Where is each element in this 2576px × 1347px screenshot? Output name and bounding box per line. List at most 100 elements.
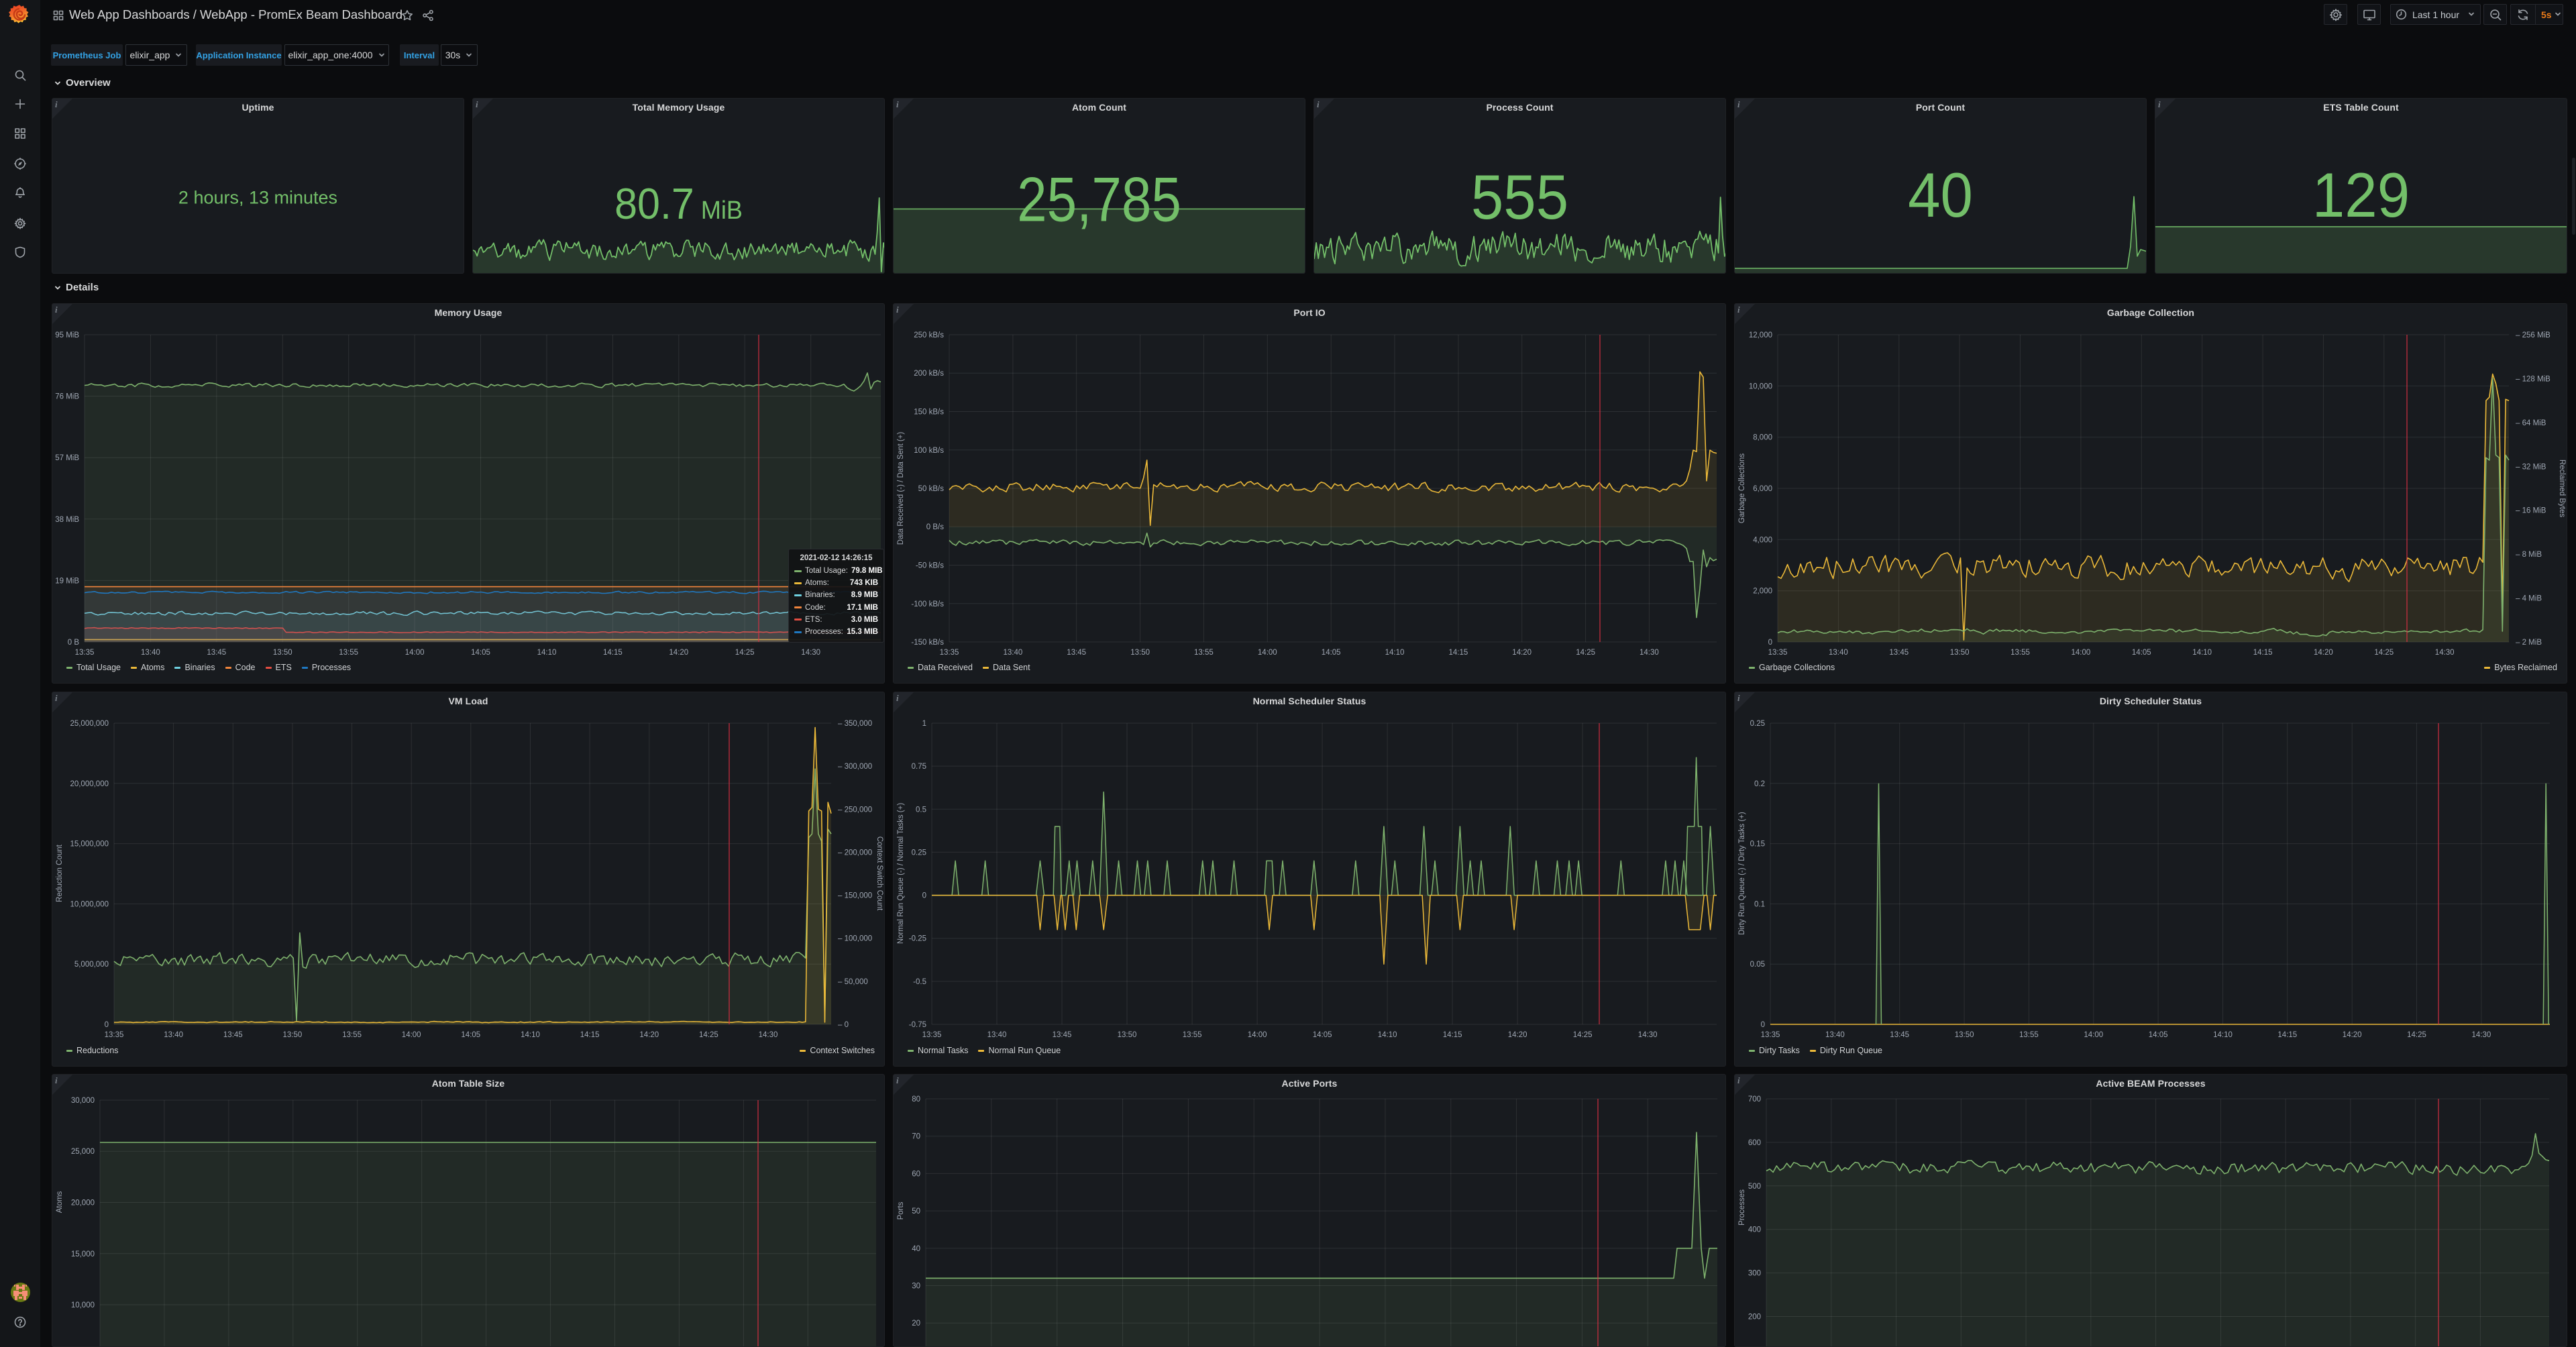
svg-text:13:35: 13:35 (105, 1031, 124, 1039)
svg-text:13:35: 13:35 (1761, 1031, 1780, 1039)
svg-text:14:20: 14:20 (1508, 1031, 1527, 1039)
svg-text:– 200,000: – 200,000 (838, 849, 872, 857)
svg-text:Ports: Ports (897, 1201, 905, 1220)
svg-text:57 MiB: 57 MiB (55, 454, 79, 462)
svg-text:14:30: 14:30 (801, 649, 820, 657)
svg-text:– 2 MiB: – 2 MiB (2516, 639, 2542, 647)
svg-text:0.15: 0.15 (1750, 841, 1765, 849)
svg-text:– 350,000: – 350,000 (838, 720, 872, 728)
svg-text:0.25: 0.25 (912, 849, 926, 857)
svg-text:– 150,000: – 150,000 (838, 892, 872, 900)
svg-text:70: 70 (912, 1133, 920, 1141)
svg-text:13:40: 13:40 (164, 1031, 183, 1039)
svg-text:-0.75: -0.75 (909, 1021, 926, 1029)
svg-text:14:10: 14:10 (521, 1031, 540, 1039)
svg-text:14:05: 14:05 (1322, 649, 1341, 657)
svg-text:0 B/s: 0 B/s (926, 523, 944, 531)
svg-text:60: 60 (912, 1170, 920, 1178)
svg-text:8,000: 8,000 (1753, 434, 1772, 442)
svg-text:13:35: 13:35 (922, 1031, 942, 1039)
svg-text:14:00: 14:00 (2084, 1031, 2103, 1039)
svg-text:13:40: 13:40 (141, 649, 160, 657)
svg-text:14:25: 14:25 (1576, 649, 1595, 657)
svg-text:1: 1 (922, 720, 926, 728)
svg-text:– 8 MiB: – 8 MiB (2516, 551, 2542, 559)
svg-text:Atoms: Atoms (56, 1191, 64, 1213)
svg-text:13:45: 13:45 (1067, 649, 1086, 657)
svg-text:0 B: 0 B (68, 639, 80, 647)
svg-text:– 100,000: – 100,000 (838, 935, 872, 943)
svg-text:14:25: 14:25 (1573, 1031, 1593, 1039)
svg-text:14:15: 14:15 (1443, 1031, 1462, 1039)
svg-text:500: 500 (1748, 1183, 1761, 1191)
svg-text:200 kB/s: 200 kB/s (914, 370, 944, 378)
svg-text:25,000: 25,000 (71, 1148, 95, 1156)
svg-text:13:35: 13:35 (940, 649, 959, 657)
svg-text:13:55: 13:55 (342, 1031, 362, 1039)
svg-text:14:10: 14:10 (1385, 649, 1405, 657)
svg-text:50: 50 (912, 1207, 920, 1216)
svg-text:– 4 MiB: – 4 MiB (2516, 595, 2542, 603)
svg-text:4,000: 4,000 (1753, 536, 1772, 544)
svg-text:13:45: 13:45 (207, 649, 226, 657)
svg-text:13:50: 13:50 (1118, 1031, 1137, 1039)
svg-text:10,000: 10,000 (1749, 382, 1772, 390)
svg-text:14:30: 14:30 (1638, 1031, 1658, 1039)
svg-text:14:00: 14:00 (1248, 1031, 1267, 1039)
svg-text:14:05: 14:05 (2132, 649, 2151, 657)
svg-text:– 32 MiB: – 32 MiB (2516, 463, 2546, 471)
svg-text:12,000: 12,000 (1749, 331, 1772, 339)
svg-text:6,000: 6,000 (1753, 485, 1772, 493)
svg-text:13:50: 13:50 (1950, 649, 1970, 657)
svg-text:19 MiB: 19 MiB (55, 577, 79, 585)
svg-text:14:20: 14:20 (2343, 1031, 2362, 1039)
svg-text:0.1: 0.1 (1754, 900, 1765, 908)
svg-text:14:30: 14:30 (2435, 649, 2455, 657)
svg-text:13:50: 13:50 (283, 1031, 303, 1039)
svg-text:-0.5: -0.5 (913, 978, 926, 986)
svg-text:15,000: 15,000 (71, 1250, 95, 1258)
svg-text:25,000,000: 25,000,000 (70, 720, 109, 728)
svg-text:14:20: 14:20 (669, 649, 688, 657)
svg-text:14:15: 14:15 (603, 649, 623, 657)
svg-text:13:40: 13:40 (987, 1031, 1007, 1039)
svg-text:0.2: 0.2 (1754, 780, 1765, 788)
svg-text:20: 20 (912, 1319, 920, 1328)
svg-text:– 256 MiB: – 256 MiB (2516, 331, 2551, 339)
svg-text:40: 40 (912, 1245, 920, 1253)
svg-text:– 0: – 0 (838, 1021, 849, 1029)
svg-text:13:50: 13:50 (1130, 649, 1150, 657)
svg-text:Dirty Run Queue (-) / Dirty Ta: Dirty Run Queue (-) / Dirty Tasks (+) (1738, 812, 1746, 935)
svg-text:14:05: 14:05 (471, 649, 490, 657)
svg-text:150 kB/s: 150 kB/s (914, 409, 944, 417)
svg-text:14:15: 14:15 (1449, 649, 1468, 657)
svg-text:600: 600 (1748, 1139, 1761, 1147)
svg-text:20,000: 20,000 (71, 1199, 95, 1207)
svg-text:13:50: 13:50 (273, 649, 292, 657)
svg-text:– 250,000: – 250,000 (838, 806, 872, 814)
svg-text:10,000: 10,000 (71, 1301, 95, 1309)
svg-text:76 MiB: 76 MiB (55, 393, 79, 401)
svg-text:14:20: 14:20 (639, 1031, 659, 1039)
svg-text:13:55: 13:55 (2019, 1031, 2039, 1039)
svg-text:14:10: 14:10 (537, 649, 557, 657)
svg-text:400: 400 (1748, 1226, 1761, 1234)
svg-text:14:25: 14:25 (2407, 1031, 2426, 1039)
svg-text:10,000,000: 10,000,000 (70, 900, 109, 908)
svg-text:– 128 MiB: – 128 MiB (2516, 375, 2551, 383)
svg-text:14:00: 14:00 (2072, 649, 2091, 657)
svg-text:0: 0 (922, 892, 926, 900)
svg-text:-0.25: -0.25 (909, 935, 926, 943)
svg-text:13:40: 13:40 (1825, 1031, 1845, 1039)
svg-text:14:30: 14:30 (759, 1031, 778, 1039)
svg-text:0.75: 0.75 (912, 763, 926, 771)
svg-text:38 MiB: 38 MiB (55, 516, 79, 524)
svg-text:14:30: 14:30 (1640, 649, 1659, 657)
svg-text:300: 300 (1748, 1270, 1761, 1278)
svg-text:14:25: 14:25 (735, 649, 755, 657)
svg-text:14:15: 14:15 (2253, 649, 2273, 657)
svg-text:13:45: 13:45 (1889, 649, 1909, 657)
svg-text:– 300,000: – 300,000 (838, 763, 872, 771)
svg-text:14:05: 14:05 (1313, 1031, 1332, 1039)
svg-text:13:50: 13:50 (1955, 1031, 1974, 1039)
